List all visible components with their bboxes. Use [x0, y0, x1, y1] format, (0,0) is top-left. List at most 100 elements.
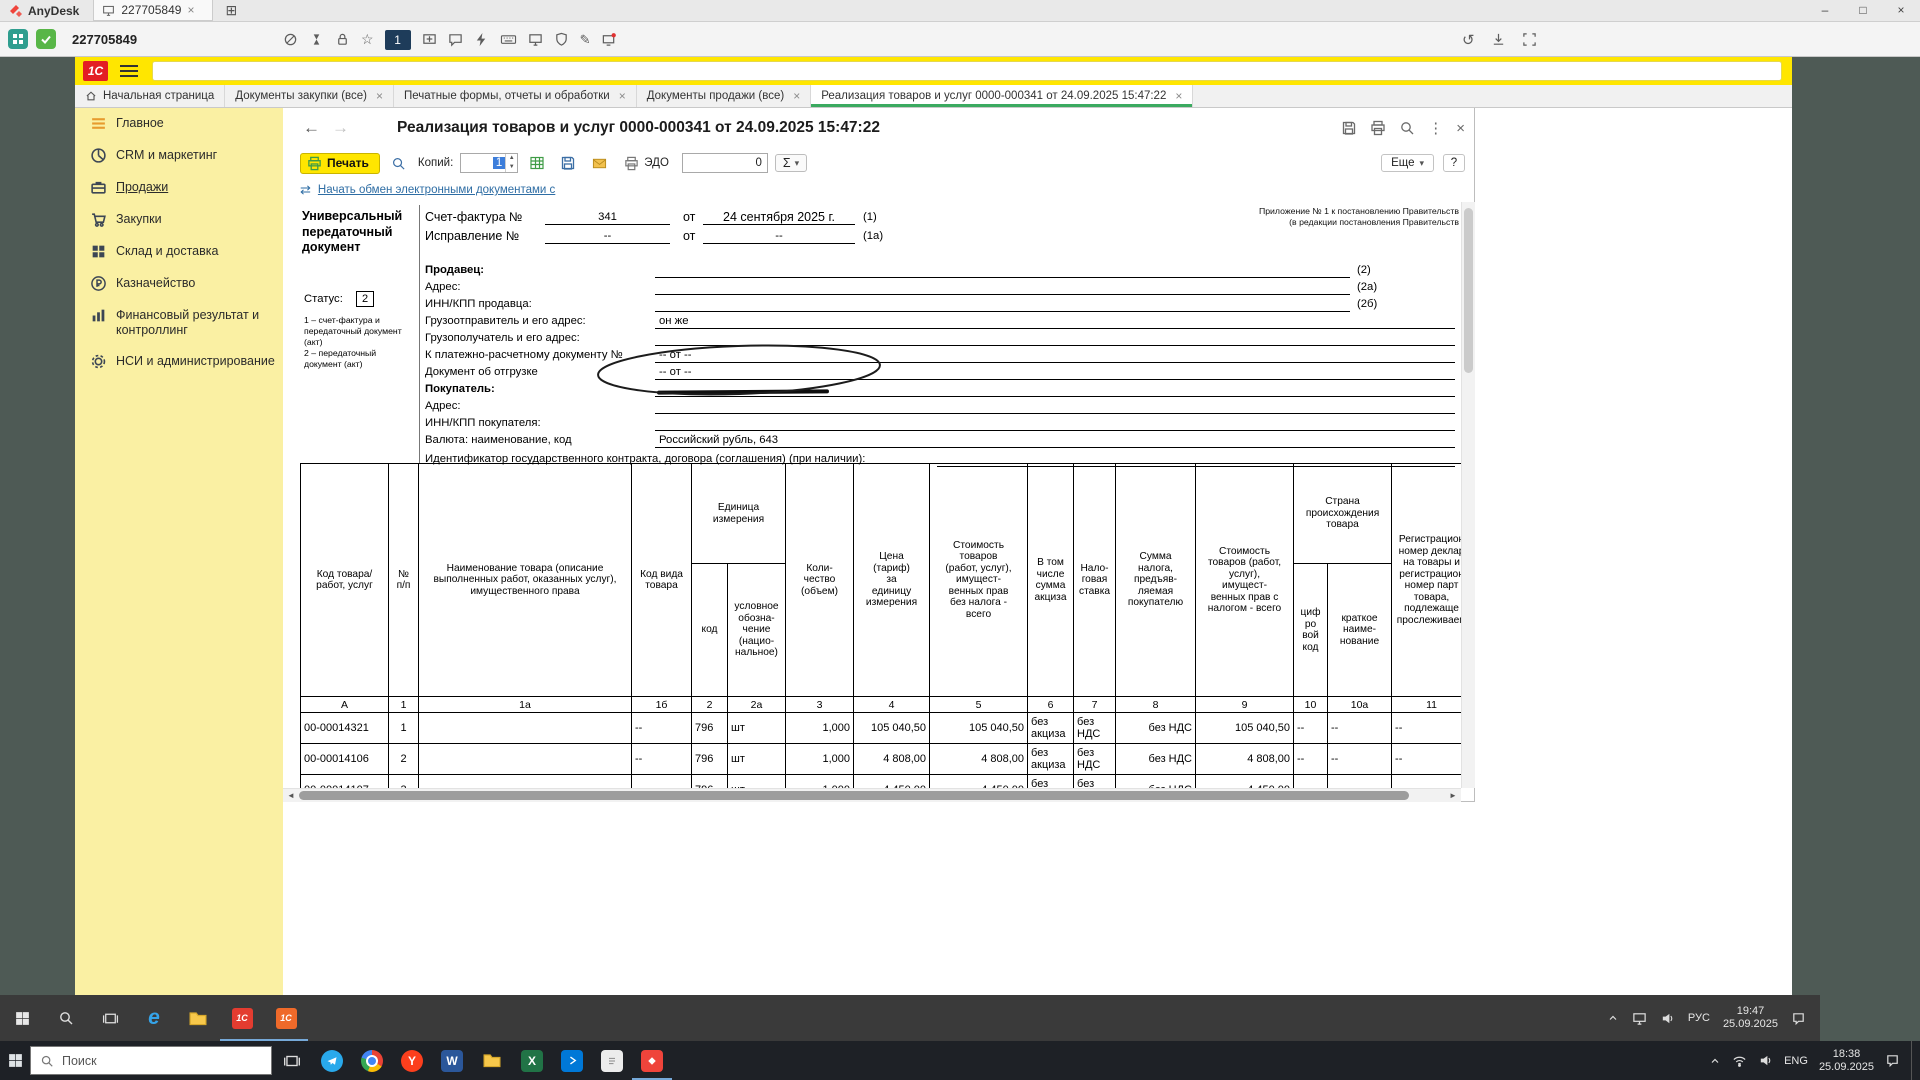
local-taskview-icon[interactable] [272, 1041, 312, 1080]
more-kebab-icon[interactable]: ⋮ [1428, 119, 1443, 137]
help-button[interactable]: ? [1443, 154, 1465, 172]
print-button[interactable]: Печать [300, 152, 380, 174]
taskbar-search-box[interactable]: Поиск [30, 1046, 272, 1075]
yandex-browser-icon[interactable]: Y [392, 1041, 432, 1080]
record-session-icon[interactable] [601, 32, 617, 47]
tray-language[interactable]: ENG [1784, 1055, 1808, 1067]
save-document-button[interactable] [556, 152, 580, 174]
sidebar-item-finance[interactable]: Финансовый результат и контроллинг [75, 300, 283, 346]
connection-ok-icon[interactable] [36, 29, 56, 49]
remote-search-icon[interactable] [44, 995, 88, 1041]
tab-sales-docs[interactable]: Документы продажи (все) × [637, 85, 812, 107]
sidebar-item-treasury[interactable]: Казначейство [75, 268, 283, 300]
favorites-star-icon[interactable]: ☆ [361, 31, 374, 48]
tray-clock[interactable]: 19:47 25.09.2025 [1723, 1005, 1778, 1031]
tab-close-icon[interactable]: × [1175, 89, 1182, 103]
sidebar-item-purchases[interactable]: Закупки [75, 204, 283, 236]
new-session-button[interactable]: ⊞ [221, 2, 241, 19]
actions-lightning-icon[interactable] [474, 32, 489, 47]
display-settings-icon[interactable] [528, 32, 543, 47]
vscode-icon[interactable] [552, 1041, 592, 1080]
fullscreen-icon[interactable] [1522, 32, 1537, 47]
tray-display-icon[interactable] [1632, 1011, 1647, 1026]
remote-taskview-icon[interactable] [88, 995, 132, 1041]
copies-input[interactable]: 1 ▲ ▼ [460, 153, 519, 173]
word-icon[interactable]: W [432, 1041, 472, 1080]
local-start-button[interactable] [0, 1041, 30, 1080]
onec-app-icon-1[interactable]: 1С [220, 995, 264, 1041]
edge-icon[interactable]: e [132, 995, 176, 1041]
tray-notification-icon[interactable] [1885, 1053, 1900, 1068]
copies-spinner[interactable]: ▲ ▼ [505, 154, 517, 172]
session-tab[interactable]: 227705849 × [93, 0, 214, 21]
tray-language[interactable]: РУС [1688, 1012, 1710, 1024]
explorer-folder-icon[interactable] [176, 995, 220, 1041]
sidebar-item-main[interactable]: Главное [75, 108, 283, 140]
tab-close-icon[interactable]: × [376, 89, 383, 103]
telegram-icon[interactable] [312, 1041, 352, 1080]
table-edit-button[interactable] [525, 152, 549, 174]
chat-icon[interactable] [448, 32, 463, 47]
file-transfer-icon[interactable] [1491, 32, 1506, 47]
tab-close-icon[interactable]: × [619, 89, 626, 103]
sidebar-item-admin[interactable]: НСИ и администрирование [75, 346, 283, 378]
sidebar-item-warehouse[interactable]: Склад и доставка [75, 236, 283, 268]
close-icon[interactable]: × [187, 3, 194, 17]
edo-button[interactable]: ЭДО [618, 155, 675, 172]
tab-sales-document[interactable]: Реализация товаров и услуг 0000-000341 о… [811, 85, 1194, 107]
maximize-button[interactable]: □ [1844, 0, 1882, 21]
sidebar-item-crm[interactable]: CRM и маркетинг [75, 140, 283, 172]
tab-close-icon[interactable]: × [793, 89, 800, 103]
horizontal-scrollbar[interactable]: ◄ ► [283, 788, 1461, 802]
minimize-button[interactable]: – [1806, 0, 1844, 21]
print-preview-area[interactable]: Универсальный передаточный документ Стат… [283, 202, 1461, 788]
keyboard-icon[interactable] [500, 32, 517, 47]
vertical-scroll-thumb[interactable] [1464, 208, 1473, 373]
tray-notification-icon[interactable] [1791, 1011, 1806, 1026]
session-timer-icon[interactable] [309, 32, 324, 47]
lock-icon[interactable] [335, 32, 350, 47]
new-monitor-tab-icon[interactable] [422, 32, 437, 47]
excel-icon[interactable]: X [512, 1041, 552, 1080]
preview-search-icon[interactable] [1399, 120, 1415, 136]
tab-print-forms[interactable]: Печатные формы, отчеты и обработки × [394, 85, 637, 107]
tray-volume-icon[interactable] [1758, 1053, 1773, 1068]
show-desktop-button[interactable] [1911, 1041, 1916, 1080]
print-icon[interactable] [1370, 120, 1386, 136]
notepad-icon[interactable] [592, 1041, 632, 1080]
privacy-shield-icon[interactable] [554, 32, 569, 47]
panel-close-icon[interactable]: × [1456, 120, 1465, 137]
block-input-icon[interactable] [283, 32, 298, 47]
whiteboard-pencil-icon[interactable]: ✎ [580, 32, 591, 48]
local-explorer-icon[interactable] [472, 1041, 512, 1080]
anydesk-app-icon[interactable] [632, 1041, 672, 1080]
tray-clock[interactable]: 18:38 25.09.2025 [1819, 1048, 1874, 1074]
app-grid-icon[interactable] [8, 29, 28, 49]
remote-start-button[interactable] [0, 995, 44, 1041]
sidebar-item-sales[interactable]: Продажи [75, 172, 283, 204]
tray-network-icon[interactable] [1732, 1053, 1747, 1068]
tab-home[interactable]: Начальная страница [75, 85, 226, 107]
monitor-select-button[interactable]: 1 [384, 29, 411, 50]
sum-field[interactable]: 0 [681, 153, 768, 173]
main-menu-burger-icon[interactable] [120, 65, 138, 77]
scroll-left-arrow[interactable]: ◄ [283, 789, 299, 802]
nav-back-button[interactable]: ← [303, 118, 320, 138]
vertical-scrollbar[interactable] [1461, 202, 1475, 788]
edo-exchange-link[interactable]: Начать обмен электронными документами с [318, 184, 555, 196]
close-button[interactable]: × [1882, 0, 1920, 21]
tray-chevron-up-icon[interactable] [1709, 1055, 1721, 1067]
sigma-button[interactable]: Σ ▾ [774, 154, 808, 172]
send-email-button[interactable] [587, 152, 611, 174]
chrome-icon[interactable] [352, 1041, 392, 1080]
onec-app-icon-2[interactable]: 1С [264, 995, 308, 1041]
scroll-right-arrow[interactable]: ► [1445, 789, 1461, 802]
nav-forward-button[interactable]: → [332, 118, 349, 138]
tab-purchase-docs[interactable]: Документы закупки (все) × [225, 85, 395, 107]
tray-chevron-up-icon[interactable] [1607, 1012, 1619, 1024]
horizontal-scroll-thumb[interactable] [299, 791, 1409, 800]
more-button[interactable]: Еще ▾ [1381, 154, 1434, 172]
history-icon[interactable]: ↺ [1462, 31, 1475, 49]
save-icon[interactable] [1341, 120, 1357, 136]
print-preview-button[interactable] [387, 152, 411, 174]
